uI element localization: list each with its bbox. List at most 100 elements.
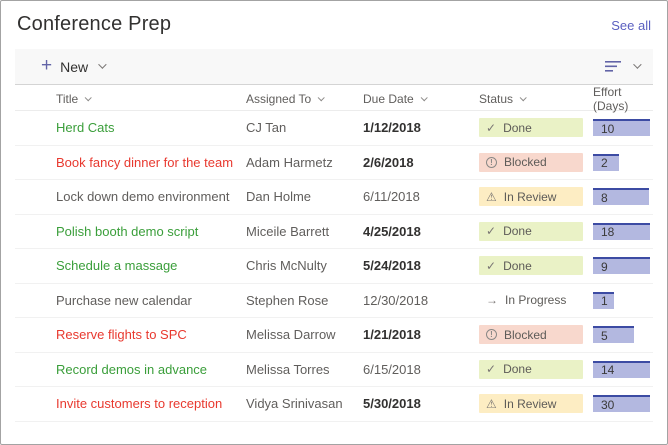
- row-assigned-to: Chris McNulty: [246, 258, 363, 273]
- row-title: Record demos in advance: [56, 362, 246, 377]
- effort-data-bar: 10: [593, 119, 650, 136]
- effort-data-bar: 18: [593, 223, 650, 240]
- row-title: Purchase new calendar: [56, 293, 246, 308]
- check-icon: ✓: [486, 225, 496, 237]
- status-badge: ⚠ In Review: [479, 187, 583, 206]
- row-due-date: 1/21/2018: [363, 327, 479, 342]
- chevron-down-icon: [98, 60, 106, 68]
- row-effort: 1: [593, 292, 655, 309]
- row-title: Schedule a massage: [56, 258, 246, 273]
- column-header-label: Assigned To: [246, 92, 311, 106]
- row-title: Book fancy dinner for the team: [56, 155, 246, 170]
- status-badge: ✓ Done: [479, 256, 583, 275]
- error-circle-icon: !: [486, 157, 497, 168]
- plus-icon: +: [41, 56, 52, 75]
- column-header-status[interactable]: Status: [479, 92, 593, 106]
- status-label: Done: [503, 224, 532, 238]
- column-header-label: Title: [56, 92, 78, 106]
- column-header-label: Effort (Days): [593, 85, 655, 113]
- new-button[interactable]: + New: [41, 58, 104, 75]
- status-label: Done: [503, 259, 532, 273]
- check-icon: ✓: [486, 122, 496, 134]
- row-effort: 30: [593, 395, 655, 412]
- warning-triangle-icon: ⚠: [486, 398, 497, 410]
- column-header-due-date[interactable]: Due Date: [363, 92, 479, 106]
- table-row[interactable]: Record demos in advance Melissa Torres 6…: [15, 353, 653, 388]
- error-circle-icon: !: [486, 329, 497, 340]
- status-badge: ✓ Done: [479, 360, 583, 379]
- table-row[interactable]: Lock down demo environment Dan Holme 6/1…: [15, 180, 653, 215]
- row-assigned-to: Melissa Torres: [246, 362, 363, 377]
- status-label: Done: [503, 121, 532, 135]
- row-effort: 14: [593, 361, 655, 378]
- row-due-date: 5/30/2018: [363, 396, 479, 411]
- arrow-right-icon: →: [486, 294, 498, 306]
- column-header-assigned-to[interactable]: Assigned To: [246, 92, 363, 106]
- table-row[interactable]: Polish booth demo script Miceile Barrett…: [15, 215, 653, 250]
- status-label: In Review: [504, 190, 557, 204]
- row-status: ✓ Done: [479, 360, 593, 379]
- status-label: In Progress: [505, 293, 566, 307]
- row-effort: 5: [593, 326, 655, 343]
- row-status: ⚠ In Review: [479, 187, 593, 206]
- row-effort: 18: [593, 223, 655, 240]
- table-row[interactable]: Herd Cats CJ Tan 1/12/2018 ✓ Done 10: [15, 111, 653, 146]
- column-headers: Title Assigned To Due Date Status Effort…: [15, 85, 653, 111]
- row-due-date: 4/25/2018: [363, 224, 479, 239]
- status-label: Blocked: [504, 155, 547, 169]
- status-badge: ✓ Done: [479, 118, 583, 137]
- row-due-date: 12/30/2018: [363, 293, 479, 308]
- row-effort: 9: [593, 257, 655, 274]
- web-part-header: Conference Prep See all: [1, 1, 667, 49]
- row-title: Invite customers to reception: [56, 396, 246, 411]
- column-header-effort[interactable]: Effort (Days): [593, 85, 655, 113]
- table-row[interactable]: Invite customers to reception Vidya Srin…: [15, 387, 653, 422]
- status-label: Done: [503, 362, 532, 376]
- table-row[interactable]: Schedule a massage Chris McNulty 5/24/20…: [15, 249, 653, 284]
- row-status: ✓ Done: [479, 222, 593, 241]
- row-assigned-to: CJ Tan: [246, 120, 363, 135]
- row-status: ✓ Done: [479, 256, 593, 275]
- see-all-link[interactable]: See all: [611, 18, 651, 33]
- status-label: Blocked: [504, 328, 547, 342]
- column-header-label: Status: [479, 92, 513, 106]
- row-effort: 10: [593, 119, 655, 136]
- status-label: In Review: [504, 397, 557, 411]
- row-status: ! Blocked: [479, 153, 593, 172]
- row-effort: 2: [593, 154, 655, 171]
- effort-data-bar: 14: [593, 361, 650, 378]
- row-assigned-to: Stephen Rose: [246, 293, 363, 308]
- column-header-title[interactable]: Title: [56, 92, 246, 106]
- chevron-down-icon: [420, 94, 427, 101]
- effort-data-bar: 8: [593, 188, 649, 205]
- check-icon: ✓: [486, 363, 496, 375]
- table-row[interactable]: Book fancy dinner for the team Adam Harm…: [15, 146, 653, 181]
- status-badge: → In Progress: [479, 291, 583, 310]
- row-due-date: 2/6/2018: [363, 155, 479, 170]
- status-badge: ⚠ In Review: [479, 394, 583, 413]
- row-assigned-to: Vidya Srinivasan: [246, 396, 363, 411]
- row-status: ✓ Done: [479, 118, 593, 137]
- effort-data-bar: 5: [593, 326, 634, 343]
- effort-data-bar: 30: [593, 395, 650, 412]
- row-assigned-to: Dan Holme: [246, 189, 363, 204]
- effort-data-bar: 1: [593, 292, 614, 309]
- row-title: Lock down demo environment: [56, 189, 246, 204]
- command-bar: + New: [15, 49, 653, 85]
- row-title: Herd Cats: [56, 120, 246, 135]
- row-effort: 8: [593, 188, 655, 205]
- row-due-date: 1/12/2018: [363, 120, 479, 135]
- row-due-date: 5/24/2018: [363, 258, 479, 273]
- warning-triangle-icon: ⚠: [486, 191, 497, 203]
- chevron-down-icon: [85, 94, 92, 101]
- row-status: ⚠ In Review: [479, 394, 593, 413]
- view-selector-button[interactable]: [605, 60, 639, 73]
- table-row[interactable]: Reserve flights to SPC Melissa Darrow 1/…: [15, 318, 653, 353]
- row-title: Reserve flights to SPC: [56, 327, 246, 342]
- column-header-label: Due Date: [363, 92, 414, 106]
- status-badge: ✓ Done: [479, 222, 583, 241]
- row-due-date: 6/11/2018: [363, 189, 479, 204]
- page-title: Conference Prep: [17, 13, 171, 36]
- table-row[interactable]: Purchase new calendar Stephen Rose 12/30…: [15, 284, 653, 319]
- row-assigned-to: Adam Harmetz: [246, 155, 363, 170]
